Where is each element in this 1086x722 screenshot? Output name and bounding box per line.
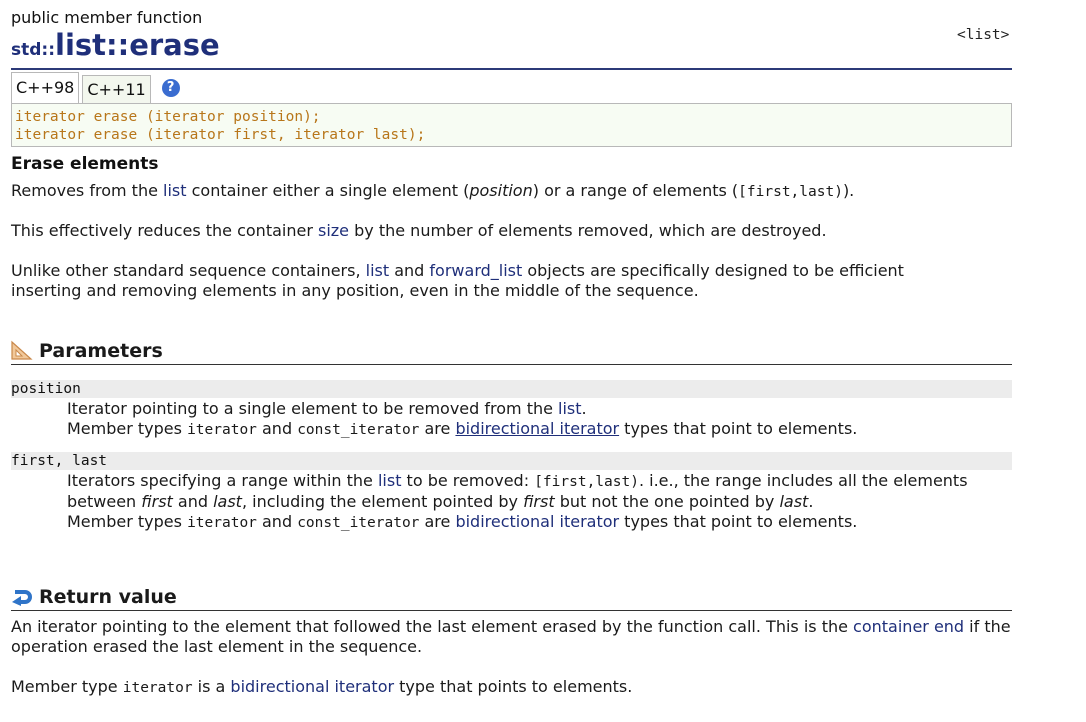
- page-title: std::list::erase: [11, 28, 220, 62]
- size-link[interactable]: size: [318, 221, 349, 240]
- type-iterator: iterator: [187, 422, 257, 438]
- text: types that point to elements.: [619, 512, 858, 531]
- text: and: [256, 512, 298, 531]
- bidirectional-iterator-link[interactable]: bidirectional iterator: [230, 677, 394, 696]
- prototype-box: iterator erase (iterator position); iter…: [11, 103, 1012, 147]
- text: are: [419, 419, 456, 438]
- parameters-title: Parameters: [39, 340, 163, 362]
- intro-paragraph-2: This effectively reduces the container s…: [11, 221, 1012, 241]
- text: .: [808, 492, 814, 511]
- term-first: first: [523, 492, 555, 511]
- text: Member types: [67, 419, 188, 438]
- range-notation: [first,last): [534, 474, 639, 490]
- param-name-range: first, last: [11, 452, 1012, 470]
- text: Member type: [11, 677, 123, 696]
- help-icon[interactable]: ?: [161, 79, 180, 97]
- version-tabs: C++98 C++11 ?: [11, 71, 180, 103]
- text: container either a single element (: [186, 181, 470, 200]
- text: Iterator pointing to a single element to…: [67, 399, 559, 418]
- text: ) or a range of elements (: [532, 181, 739, 200]
- text: and: [256, 419, 298, 438]
- set-square-icon: [11, 340, 33, 360]
- return-arrow-icon: [12, 590, 32, 606]
- function-kind-label: public member function: [11, 8, 203, 27]
- text: but not the one pointed by: [554, 492, 780, 511]
- text: ).: [842, 181, 855, 200]
- text: Member types: [67, 512, 188, 531]
- parameters-heading: Parameters: [11, 340, 1012, 365]
- list-link[interactable]: list: [558, 399, 582, 418]
- type-const-iterator: const_iterator: [297, 422, 420, 438]
- bidirectional-iterator-link[interactable]: bidirectional iterator: [455, 419, 619, 438]
- prototype-single: iterator erase (iterator position);: [15, 109, 321, 125]
- term-last: last: [779, 492, 809, 511]
- type-const-iterator: const_iterator: [297, 515, 420, 531]
- prototype-range: iterator erase (iterator first, iterator…: [15, 127, 426, 143]
- param-desc-line: Member types iterator and const_iterator…: [67, 512, 1012, 533]
- intro-paragraph-3: Unlike other standard sequence container…: [11, 261, 951, 301]
- type-iterator: iterator: [122, 680, 193, 696]
- term-last: last: [213, 492, 242, 511]
- text: are: [419, 512, 456, 531]
- list-link[interactable]: list: [378, 471, 402, 490]
- text: Iterators specifying a range within the: [67, 471, 378, 490]
- container-end-link[interactable]: container end: [853, 617, 964, 636]
- namespace-prefix: std::: [11, 40, 56, 60]
- return-paragraph-2: Member type iterator is a bidirectional …: [11, 677, 1012, 698]
- header-link[interactable]: <list>: [957, 27, 1009, 43]
- return-paragraph-1: An iterator pointing to the element that…: [11, 617, 1012, 657]
- return-title: Return value: [39, 586, 177, 608]
- type-iterator: iterator: [187, 515, 257, 531]
- position-term: position: [469, 181, 533, 200]
- param-desc-line: Member types iterator and const_iterator…: [67, 419, 1012, 440]
- text: by the number of elements removed, which…: [349, 221, 827, 240]
- text: and: [172, 492, 214, 511]
- text: types that point to elements.: [619, 419, 858, 438]
- param-name-position: position: [11, 380, 1012, 398]
- text: and: [389, 261, 430, 280]
- param-desc-line: Iterator pointing to a single element to…: [67, 399, 1012, 419]
- list-link[interactable]: list: [366, 261, 390, 280]
- text: .: [581, 399, 587, 418]
- list-link[interactable]: list: [163, 181, 187, 200]
- tab-cpp98[interactable]: C++98: [11, 72, 80, 103]
- return-heading: Return value: [11, 586, 1012, 611]
- forward-list-link[interactable]: forward_list: [429, 261, 522, 280]
- text: An iterator pointing to the element that…: [11, 617, 854, 636]
- section-title: Erase elements: [11, 154, 159, 174]
- range-notation: [first,last): [738, 184, 843, 200]
- param-desc-position: Iterator pointing to a single element to…: [67, 399, 1012, 440]
- function-name: list::erase: [55, 28, 220, 62]
- text: to be removed:: [401, 471, 535, 490]
- param-desc-range: Iterators specifying a range within the …: [67, 471, 1012, 533]
- text: type that points to elements.: [394, 677, 633, 696]
- term-first: first: [141, 492, 173, 511]
- param-desc-line: Iterators specifying a range within the …: [67, 471, 1012, 512]
- bidirectional-iterator-link[interactable]: bidirectional iterator: [455, 512, 619, 531]
- text: Unlike other standard sequence container…: [11, 261, 366, 280]
- text: is a: [192, 677, 231, 696]
- text: , including the element pointed by: [241, 492, 524, 511]
- intro-paragraph-1: Removes from the list container either a…: [11, 181, 1012, 202]
- tab-cpp11[interactable]: C++11: [82, 75, 151, 103]
- title-divider: [11, 68, 1012, 70]
- text: Removes from the: [11, 181, 164, 200]
- text: This effectively reduces the container: [11, 221, 318, 240]
